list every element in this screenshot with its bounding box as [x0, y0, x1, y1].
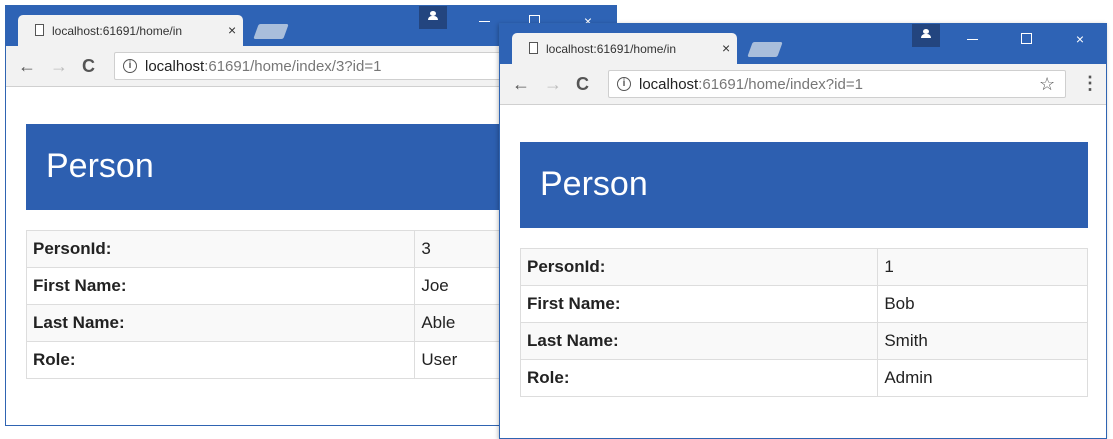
back-arrow-icon[interactable]: ←	[512, 74, 530, 94]
page-content: Person PersonId: 1 First Name: Bob Last …	[500, 105, 1106, 438]
row-value: Bob	[877, 285, 1088, 323]
row-label: Role:	[25, 341, 416, 379]
minimize-button[interactable]	[464, 6, 504, 36]
new-tab-button[interactable]	[253, 24, 289, 39]
browser-tab[interactable]: localhost:61691/home/in ×	[512, 33, 737, 64]
address-bar[interactable]: i localhost:61691/home/index?id=1 ☆	[608, 70, 1066, 98]
page-heading-bar: Person	[520, 142, 1088, 228]
back-arrow-icon[interactable]: ←	[18, 56, 36, 76]
bookmark-star-icon[interactable]: ☆	[1039, 75, 1055, 93]
row-label: Last Name:	[25, 304, 416, 342]
row-label: First Name:	[25, 267, 416, 305]
close-window-button[interactable]: ×	[1060, 24, 1100, 54]
table-row: Last Name: Smith	[519, 322, 1088, 360]
row-label: First Name:	[519, 285, 879, 323]
table-row: PersonId: 1	[519, 248, 1088, 286]
url-text[interactable]: localhost:61691/home/index?id=1	[639, 76, 863, 94]
url-host: localhost	[639, 76, 699, 93]
forward-arrow-icon[interactable]: →	[544, 74, 562, 94]
maximize-button[interactable]	[1006, 24, 1046, 54]
profile-body-icon	[428, 16, 438, 20]
info-icon[interactable]: i	[617, 77, 631, 91]
row-label: Last Name:	[519, 322, 879, 360]
page-title: Person	[46, 147, 154, 185]
browser-toolbar: ← → C i localhost:61691/home/index?id=1 …	[500, 64, 1106, 105]
page-icon	[35, 24, 44, 36]
url-host: localhost	[145, 58, 205, 75]
menu-icon[interactable]: ⋮	[1081, 73, 1099, 93]
profile-body-icon	[921, 34, 931, 38]
table-row: First Name: Bob	[519, 285, 1088, 323]
page-title: Person	[540, 165, 648, 203]
minimize-button[interactable]	[952, 24, 992, 54]
profile-icon[interactable]	[419, 6, 447, 29]
table-row: Role: Admin	[519, 359, 1088, 397]
info-icon[interactable]: i	[123, 59, 137, 73]
title-bar[interactable]: localhost:61691/home/in × ×	[500, 24, 1106, 64]
page-icon	[529, 42, 538, 54]
tab-close-icon[interactable]: ×	[228, 21, 236, 39]
person-details-table: PersonId: 1 First Name: Bob Last Name: S…	[519, 248, 1088, 397]
reload-icon[interactable]: C	[82, 56, 95, 76]
row-label: Role:	[519, 359, 879, 397]
tab-title: localhost:61691/home/in	[546, 41, 711, 57]
new-tab-button[interactable]	[747, 42, 783, 57]
url-path: :61691/home/index?id=1	[698, 76, 863, 93]
row-value: Smith	[877, 322, 1088, 360]
tab-close-icon[interactable]: ×	[722, 39, 730, 57]
url-text[interactable]: localhost:61691/home/index/3?id=1	[145, 58, 381, 76]
tab-title: localhost:61691/home/in	[52, 23, 217, 39]
row-label: PersonId:	[25, 230, 416, 268]
row-value: Admin	[877, 359, 1088, 397]
profile-icon[interactable]	[912, 24, 940, 47]
reload-icon[interactable]: C	[576, 74, 589, 94]
url-path: :61691/home/index/3?id=1	[204, 58, 382, 75]
browser-tab[interactable]: localhost:61691/home/in ×	[18, 15, 243, 46]
forward-arrow-icon[interactable]: →	[50, 56, 68, 76]
row-value: 1	[877, 248, 1088, 286]
row-label: PersonId:	[519, 248, 879, 286]
browser-window-front: localhost:61691/home/in × × ← → C i loca…	[499, 23, 1107, 439]
